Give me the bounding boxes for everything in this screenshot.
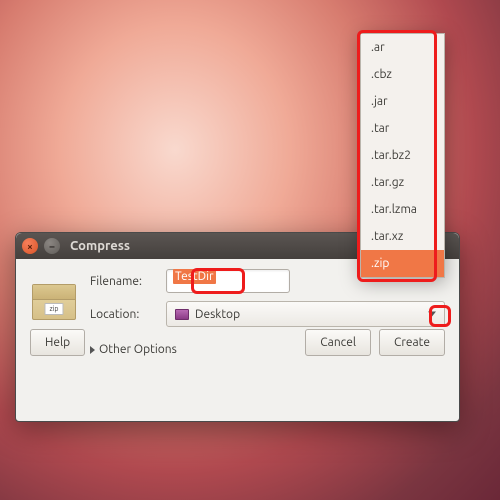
extension-option[interactable]: .tar.gz xyxy=(361,169,444,196)
location-select[interactable]: Desktop xyxy=(166,301,445,327)
window-title: Compress xyxy=(70,239,130,253)
help-button[interactable]: Help xyxy=(30,329,85,356)
create-button[interactable]: Create xyxy=(379,329,445,356)
extension-option[interactable]: .tar xyxy=(361,115,444,142)
extension-option[interactable]: .zip xyxy=(361,250,444,277)
location-label: Location: xyxy=(90,308,166,321)
extension-option[interactable]: .tar.xz xyxy=(361,223,444,250)
archive-icon-label: zip xyxy=(44,303,63,315)
extension-option[interactable]: .tar.lzma xyxy=(361,196,444,223)
filename-value: TestDir xyxy=(173,269,216,284)
extension-dropdown[interactable]: .ar.cbz.jar.tar.tar.bz2.tar.gz.tar.lzma.… xyxy=(360,33,445,278)
location-value: Desktop xyxy=(195,308,240,321)
archive-icon: zip xyxy=(30,278,78,326)
extension-option[interactable]: .cbz xyxy=(361,61,444,88)
close-icon[interactable]: × xyxy=(22,238,38,254)
cancel-button[interactable]: Cancel xyxy=(305,329,371,356)
minimize-icon[interactable]: – xyxy=(44,238,60,254)
filename-input[interactable]: TestDir xyxy=(166,269,290,293)
extension-option[interactable]: .tar.bz2 xyxy=(361,142,444,169)
extension-option[interactable]: .ar xyxy=(361,34,444,61)
chevron-down-icon xyxy=(428,312,436,317)
extension-option[interactable]: .jar xyxy=(361,88,444,115)
filename-label: Filename: xyxy=(90,275,166,288)
desktop-icon xyxy=(175,309,189,320)
